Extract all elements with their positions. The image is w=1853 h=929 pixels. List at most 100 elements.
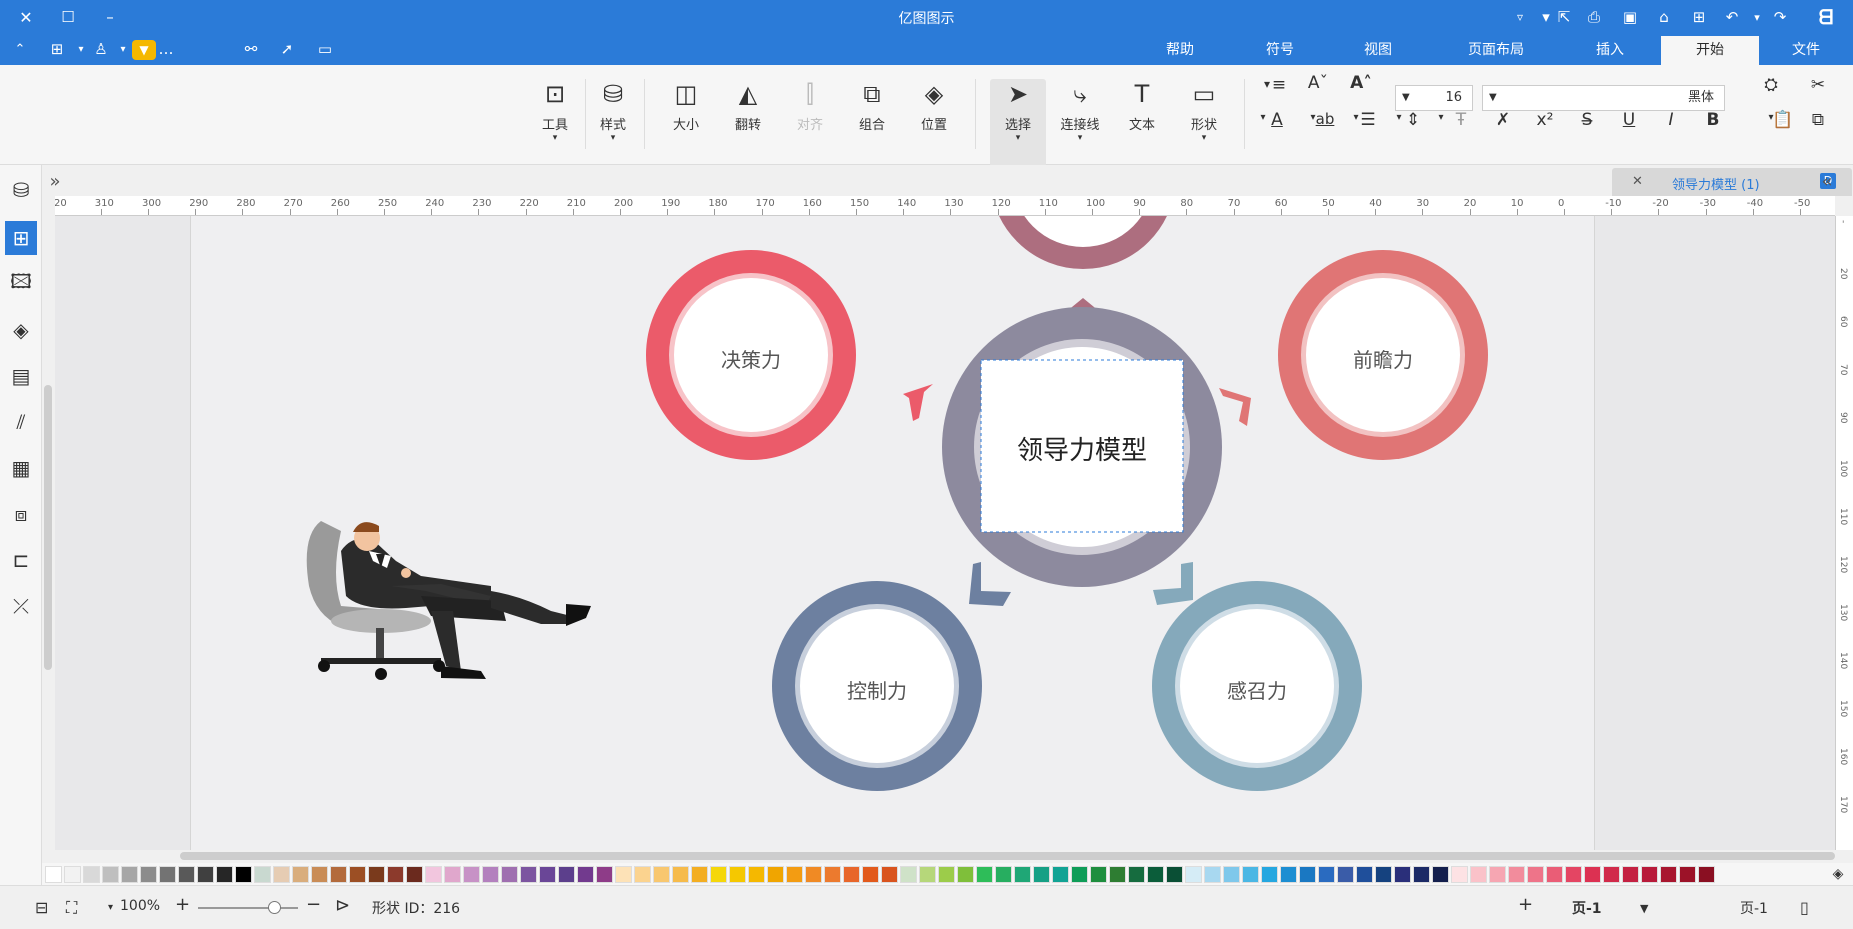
tab-insert[interactable]: 插入 <box>1580 36 1640 65</box>
undo-icon[interactable]: ↶ <box>1718 4 1746 30</box>
collapse-panel-icon[interactable]: « <box>1814 169 1840 193</box>
color-swatch[interactable] <box>311 866 328 883</box>
bold-icon[interactable]: B <box>1700 110 1726 130</box>
color-swatch[interactable] <box>178 866 195 883</box>
color-swatch[interactable] <box>425 866 442 883</box>
top-node[interactable] <box>990 216 1176 269</box>
color-swatch[interactable] <box>1280 866 1297 883</box>
paste-icon[interactable]: 📋 <box>1770 110 1796 130</box>
color-swatch[interactable] <box>1470 866 1487 883</box>
color-swatch[interactable] <box>1546 866 1563 883</box>
color-swatch[interactable] <box>1394 866 1411 883</box>
font-color-icon[interactable]: A <box>1264 110 1290 130</box>
font-size-input[interactable]: ▼ 16 <box>1395 85 1473 111</box>
color-swatch[interactable] <box>235 866 252 883</box>
color-swatch[interactable] <box>1204 866 1221 883</box>
color-swatch[interactable] <box>83 866 100 883</box>
color-swatch[interactable] <box>1622 866 1639 883</box>
tools-button[interactable]: ⊡ 工具 ▾ <box>527 79 583 167</box>
chart-icon[interactable]: ⫽ <box>5 405 37 439</box>
color-swatch[interactable] <box>482 866 499 883</box>
color-swatch[interactable] <box>748 866 765 883</box>
color-swatch[interactable] <box>691 866 708 883</box>
chevron-down-icon[interactable]: ▾ <box>108 902 113 913</box>
superscript-icon[interactable]: x² <box>1532 110 1558 130</box>
color-swatch[interactable] <box>558 866 575 883</box>
connector-button[interactable]: ⤷ 连接线 ▾ <box>1052 79 1108 167</box>
tab-page-layout[interactable]: 页面布局 <box>1452 36 1540 65</box>
redo-icon[interactable]: ↷ <box>1766 4 1794 30</box>
cut-icon[interactable]: ✂ <box>1805 75 1831 95</box>
color-swatch[interactable] <box>919 866 936 883</box>
close-tab-icon[interactable]: ✕ <box>1632 174 1643 189</box>
page-panel-icon[interactable]: ▯ <box>1800 898 1809 917</box>
italic-icon[interactable]: I <box>1658 110 1684 130</box>
color-swatch[interactable] <box>1109 866 1126 883</box>
color-swatch[interactable] <box>710 866 727 883</box>
color-swatch[interactable] <box>881 866 898 883</box>
color-swatch[interactable] <box>349 866 366 883</box>
color-swatch[interactable] <box>254 866 271 883</box>
color-swatch[interactable] <box>1147 866 1164 883</box>
customize-icon[interactable]: ▿ <box>1508 4 1532 30</box>
color-swatch[interactable] <box>1185 866 1202 883</box>
color-swatch[interactable] <box>615 866 632 883</box>
color-swatch[interactable] <box>159 866 176 883</box>
table-icon[interactable]: ▦ <box>5 451 37 485</box>
color-swatch[interactable] <box>1261 866 1278 883</box>
style-button[interactable]: ⛁ 样式 ▾ <box>585 79 641 167</box>
vertical-scrollbar[interactable] <box>44 385 52 670</box>
color-swatch[interactable] <box>843 866 860 883</box>
color-swatch[interactable] <box>1660 866 1677 883</box>
collapse-ribbon-icon[interactable]: ⌃ <box>8 36 32 62</box>
color-swatch[interactable] <box>121 866 138 883</box>
color-swatch[interactable] <box>1698 866 1715 883</box>
page-tab[interactable]: 页-1 <box>1572 898 1602 918</box>
apps-icon[interactable]: ⊞ <box>44 36 70 62</box>
strikethrough-icon[interactable]: S̶ <box>1574 110 1600 130</box>
bullet-list-icon[interactable]: ☰ <box>1355 110 1381 130</box>
arrow-left[interactable] <box>903 384 933 421</box>
color-swatch[interactable] <box>1166 866 1183 883</box>
comment-icon[interactable]: ▭ <box>312 36 338 62</box>
flip-button[interactable]: ◭ 翻转 <box>720 79 776 167</box>
image-icon[interactable]: 🖾 <box>5 267 37 301</box>
color-swatch[interactable] <box>1090 866 1107 883</box>
color-swatch[interactable] <box>140 866 157 883</box>
zoom-out-icon[interactable]: − <box>306 894 321 915</box>
puzzle-icon[interactable]: ⧈ <box>5 497 37 531</box>
businessman-illustration[interactable] <box>306 521 591 680</box>
color-swatch[interactable] <box>1679 866 1696 883</box>
color-swatch[interactable] <box>1014 866 1031 883</box>
clear-format-icon[interactable]: ✗ <box>1490 110 1516 130</box>
arrow-right[interactable] <box>1219 388 1251 426</box>
chevron-down-icon[interactable]: ▾ <box>116 36 130 62</box>
color-swatch[interactable] <box>1413 866 1430 883</box>
line-spacing-icon[interactable]: ⇕ <box>1400 110 1426 130</box>
color-swatch[interactable] <box>976 866 993 883</box>
color-swatch[interactable] <box>1356 866 1373 883</box>
group-button[interactable]: ⧉ 组合 <box>844 79 900 167</box>
color-swatch[interactable] <box>786 866 803 883</box>
align-button[interactable]: ⫿ 对齐 <box>782 79 838 167</box>
color-swatch[interactable] <box>577 866 594 883</box>
color-swatch[interactable] <box>1318 866 1335 883</box>
color-swatch[interactable] <box>1451 866 1468 883</box>
color-swatch[interactable] <box>995 866 1012 883</box>
color-swatch[interactable] <box>45 866 62 883</box>
format-painter-icon[interactable]: ⛭ <box>1758 75 1784 95</box>
color-swatch[interactable] <box>596 866 613 883</box>
tab-file[interactable]: 文件 <box>1776 36 1836 65</box>
horizontal-scrollbar[interactable] <box>180 852 1835 860</box>
canvas[interactable]: 前瞻力 决策力 感召力 控制力 领导力模型 <box>55 216 1835 850</box>
color-swatch[interactable] <box>862 866 879 883</box>
export-icon[interactable]: ⇱ <box>1550 4 1578 30</box>
color-swatch[interactable] <box>1508 866 1525 883</box>
new-icon[interactable]: ⊞ <box>1685 4 1713 30</box>
tab-home[interactable]: 开始 <box>1661 36 1759 65</box>
layers-icon[interactable]: ◈ <box>5 313 37 347</box>
font-family-input[interactable]: ▼ 黑体 <box>1482 85 1725 111</box>
color-swatch[interactable] <box>1299 866 1316 883</box>
color-swatch[interactable] <box>406 866 423 883</box>
copy-icon[interactable]: ⧉ <box>1805 110 1831 130</box>
